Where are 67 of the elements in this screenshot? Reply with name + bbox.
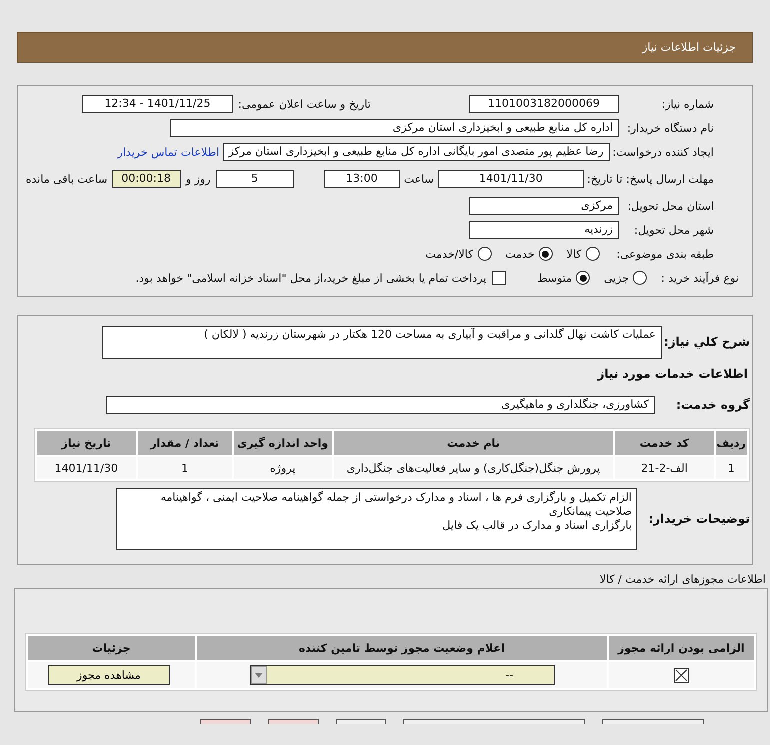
checkbox[interactable] [492, 271, 506, 285]
footer-button[interactable] [402, 719, 584, 724]
column-header: واحد اندازه گیری [234, 431, 332, 455]
view-permit-button[interactable]: مشاهده مجوز [48, 665, 170, 685]
field-label: ایجاد کننده درخواست: [612, 146, 714, 158]
value-field: اداره کل منابع طبیعی و ابخیزداری استان مرکزی [170, 119, 619, 137]
value-field: رضا عظیم پور متصدی امور بایگانی اداره کل منابع طبیعی و ابخیزداری استان مرکز [222, 143, 610, 161]
column-header: الزامی بودن ارائه مجوز [609, 636, 754, 660]
radio-button[interactable] [633, 271, 648, 285]
field-label: روز و [186, 172, 211, 186]
column-header: ردیف [716, 431, 747, 455]
column-header: تعداد / مقدار [138, 431, 232, 455]
notes-field: الزام تکمیل و بارگزاری فرم ها ، اسناد و مدارک درخواستی از جمله گواهینامه صلاحیت ایمنی ، گواهینامه صلاحیت پیمانکاری بارگزاری اسناد و مدارک در قالب یک فایل [116, 488, 637, 550]
column-header: تاریخ نیاز [37, 431, 136, 455]
field-label: ساعت باقی مانده [26, 172, 108, 186]
value-field: 1401/11/30 [438, 170, 584, 188]
field-label: تاریخ و ساعت اعلان عمومی: [238, 98, 371, 110]
summary-field: عملیات کاشت نهال گلدانی و مراقبت و آبیاری به مساحت 120 هکتار در شهرستان زرندیه ( لالکان ) [102, 326, 662, 359]
value-field: 1101003182000069 [469, 95, 619, 113]
radio-label: جزیی [604, 272, 630, 284]
table-cell: 1 [716, 457, 747, 479]
checkbox-label: پرداخت تمام یا بخشی از مبلغ خرید،از محل "اسناد خزانه اسلامی" خواهد بود. [136, 272, 487, 284]
value-field: 13:00 [324, 170, 400, 188]
radio-button[interactable] [586, 247, 600, 261]
footer-button[interactable] [602, 719, 704, 724]
table-cell: پروژه [234, 457, 332, 479]
table-cell: 1401/11/30 [37, 457, 136, 479]
field-label: توضیحات خریدار: [648, 512, 750, 526]
radio-button[interactable] [576, 271, 590, 285]
footer-button[interactable] [336, 719, 386, 724]
page-title: جزئیات اطلاعات نیاز [642, 41, 736, 54]
section-title: اطلاعات مجوزهای ارائه خدمت / کالا [598, 573, 767, 586]
value-field: مرکزی [469, 197, 619, 215]
field-label: مهلت ارسال پاسخ: تا تاریخ: [587, 172, 714, 186]
column-header: کد خدمت [615, 431, 714, 455]
value-field: 00:00:18 [112, 170, 181, 188]
section-heading: اطلاعات خدمات مورد نیاز [596, 367, 748, 381]
column-header: اعلام وضعیت مجوز توسط تامین کننده [197, 636, 607, 660]
radio-label: کالا/خدمت [426, 248, 474, 260]
radio-button[interactable] [538, 247, 553, 261]
radio-label: کالا [566, 248, 582, 260]
field-label: گروه خدمت: [675, 398, 750, 412]
value-field: 5 [216, 170, 294, 188]
value-field: 1401/11/25 - 12:34 [82, 95, 234, 113]
value-field: زرندیه [469, 221, 619, 239]
field-label: استان محل تحویل: [626, 200, 714, 212]
field-label: طبقه بندی موضوعی: [616, 248, 714, 260]
field-label: شهر محل تحویل: [633, 224, 714, 236]
radio-button[interactable] [478, 247, 492, 261]
footer-button[interactable] [200, 719, 250, 724]
radio-label: متوسط [538, 272, 572, 284]
field-label: نام دستگاه خریدار: [626, 122, 714, 134]
table-cell: پرورش جنگل(جنگل‌کاری) و سایر فعالیت‌های جنگل‌داری [334, 457, 614, 479]
table-cell: الف-2-21 [615, 457, 714, 479]
field-label: نوع فرآیند خرید : [661, 272, 739, 284]
contact-link[interactable]: اطلاعات تماس خریدار [118, 146, 220, 158]
column-header: نام خدمت [334, 431, 614, 455]
status-dropdown[interactable]: -- [250, 665, 554, 685]
field-label: ساعت [404, 172, 434, 186]
value-field: کشاورزی، جنگلداری و ماهیگیری [106, 396, 655, 414]
field-label: شرح کلي نياز: [663, 335, 750, 349]
field-label: شماره نیاز: [660, 98, 714, 110]
column-header: جزئیات [28, 636, 195, 660]
footer-button[interactable] [268, 719, 318, 724]
caret-icon[interactable] [250, 666, 266, 684]
table-cell: 1 [138, 457, 232, 479]
radio-label: خدمت [506, 248, 535, 260]
